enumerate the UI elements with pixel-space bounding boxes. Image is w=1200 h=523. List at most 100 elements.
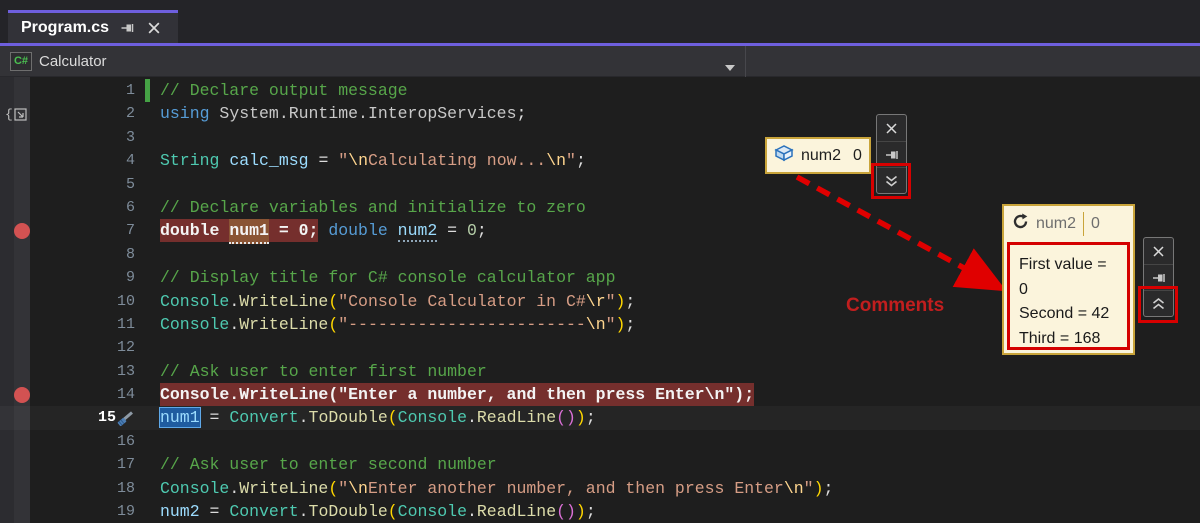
code-text[interactable]: num1 = Convert.ToDouble(Console.ReadLine… (160, 406, 596, 429)
line-number: 7 (125, 222, 135, 240)
line-number: 1 (125, 82, 135, 99)
csharp-file-icon: C# (10, 51, 32, 71)
glyph-margin[interactable] (0, 430, 30, 453)
datatip-comment-box[interactable]: First value = 0 Second = 42 Third = 168 (1007, 242, 1130, 350)
datatip-variable-name: num2 (1036, 215, 1077, 232)
annotation-box-collapse (1138, 286, 1178, 323)
code-text[interactable]: Console.WriteLine("Enter a number, and t… (160, 383, 755, 407)
datatip-value: 0 (1091, 215, 1100, 232)
glyph-margin[interactable] (0, 196, 30, 219)
line-number: 2 (125, 105, 135, 123)
change-tracking-margin (135, 430, 160, 453)
tab-bar: Program.cs (0, 0, 1200, 43)
change-tracking-margin (135, 453, 160, 476)
code-text[interactable]: double num1 = 0; double num2 = 0; (160, 219, 487, 245)
code-line-2[interactable]: {2 using System.Runtime.InteropServices; (0, 102, 1200, 125)
glyph-margin[interactable] (0, 313, 30, 336)
datatip-num2-pinned[interactable]: num2 0 (765, 137, 871, 174)
comments-annotation-label: Comments (846, 295, 945, 316)
glyph-margin[interactable] (0, 290, 30, 313)
comment-line: First value = 0 (1019, 256, 1107, 298)
code-line-13[interactable]: 13 // Ask user to enter first number (0, 360, 1200, 383)
line-number: 11 (116, 315, 135, 333)
code-line-1[interactable]: 1 // Declare output message (0, 79, 1200, 103)
code-line-14[interactable]: 14 Console.WriteLine("Enter a number, and… (0, 383, 1200, 407)
code-text[interactable]: // Display title for C# console calculat… (160, 266, 615, 289)
code-line-3[interactable]: 3 (0, 126, 1200, 149)
code-text[interactable]: // Declare variables and initialize to z… (160, 196, 586, 219)
code-line-18[interactable]: 18 Console.WriteLine("\nEnter another num… (0, 477, 1200, 500)
change-tracking-margin (135, 149, 160, 172)
change-tracking-margin (135, 266, 160, 289)
refresh-icon[interactable] (1012, 213, 1029, 235)
line-number: 3 (125, 128, 135, 146)
change-tracking-margin (135, 336, 160, 359)
line-number: 14 (116, 386, 135, 404)
change-tracking-margin (135, 173, 160, 196)
code-text[interactable]: num2 = Convert.ToDouble(Console.ReadLine… (160, 500, 596, 523)
code-text[interactable]: // Ask user to enter first number (160, 360, 487, 383)
glyph-margin[interactable] (0, 406, 30, 429)
code-line-5[interactable]: 5 (0, 173, 1200, 196)
code-line-17[interactable]: 17 // Ask user to enter second number (0, 453, 1200, 476)
change-tracking-margin (135, 477, 160, 500)
breakpoint-icon[interactable] (0, 219, 30, 242)
line-number: 17 (116, 456, 135, 474)
code-text[interactable]: // Declare output message (160, 79, 408, 102)
code-line-19[interactable]: 19 num2 = Convert.ToDouble(Console.ReadLi… (0, 500, 1200, 523)
glyph-margin[interactable] (0, 336, 30, 359)
change-tracking-bar (145, 79, 150, 103)
code-text[interactable]: // Ask user to enter second number (160, 453, 497, 476)
pin-icon[interactable] (118, 19, 136, 37)
glyph-margin[interactable] (0, 266, 30, 289)
change-tracking-margin (135, 313, 160, 336)
breakpoint-icon[interactable] (0, 383, 30, 406)
datatip-num2-with-comment[interactable]: num2 0 First value = 0 Second = 42 Third… (1002, 204, 1135, 355)
change-tracking-margin (135, 406, 160, 429)
change-tracking-margin (135, 360, 160, 383)
code-text[interactable]: Console.WriteLine("---------------------… (160, 313, 635, 336)
glyph-margin[interactable] (0, 243, 30, 266)
tab-label: Program.cs (21, 19, 110, 36)
line-number: 15 (30, 406, 135, 429)
line-number: 12 (116, 339, 135, 357)
line-number: 8 (125, 245, 135, 263)
close-icon[interactable] (877, 115, 906, 141)
chevron-down-icon[interactable] (725, 58, 735, 76)
glyph-margin[interactable] (0, 79, 30, 102)
glyph-margin[interactable] (0, 173, 30, 196)
change-tracking-margin (135, 290, 160, 313)
code-text[interactable]: Console.WriteLine("Console Calculator in… (160, 290, 635, 313)
code-text[interactable]: Console.WriteLine("\nEnter another numbe… (160, 477, 833, 500)
glyph-margin[interactable] (0, 126, 30, 149)
code-text[interactable]: String calc_msg = "\nCalculating now...\… (160, 149, 586, 172)
change-tracking-margin (135, 126, 160, 149)
code-line-15[interactable]: 15 num1 = Convert.ToDouble(Console.ReadLi… (0, 406, 1200, 429)
line-number: 18 (116, 479, 135, 497)
project-dropdown-label[interactable]: Calculator (39, 53, 107, 70)
glyph-margin[interactable] (0, 149, 30, 172)
tab-program-cs[interactable]: Program.cs (8, 10, 178, 43)
glyph-margin[interactable] (0, 500, 30, 523)
datatip-separator (1083, 212, 1085, 236)
line-number: 19 (116, 503, 135, 521)
datatip-variable-name: num2 (801, 146, 842, 164)
change-tracking-margin (135, 383, 160, 406)
code-line-16[interactable]: 16 (0, 430, 1200, 453)
datatip-header: num2 0 (1004, 206, 1133, 242)
line-number: 6 (125, 198, 135, 216)
glyph-margin[interactable] (0, 360, 30, 383)
line-number: 9 (125, 269, 135, 287)
change-tracking-margin (135, 102, 160, 125)
close-icon[interactable] (145, 19, 163, 37)
glyph-margin[interactable] (0, 477, 30, 500)
code-line-4[interactable]: 4 String calc_msg = "\nCalculating now...… (0, 149, 1200, 172)
close-icon[interactable] (1144, 238, 1173, 264)
line-number: 10 (116, 292, 135, 310)
line-number: 13 (116, 362, 135, 380)
code-text[interactable]: using System.Runtime.InteropServices; (160, 102, 526, 125)
datatip-value: 0 (853, 146, 862, 164)
change-tracking-margin (135, 243, 160, 266)
glyph-margin[interactable] (0, 453, 30, 476)
field-cube-icon (773, 144, 795, 167)
